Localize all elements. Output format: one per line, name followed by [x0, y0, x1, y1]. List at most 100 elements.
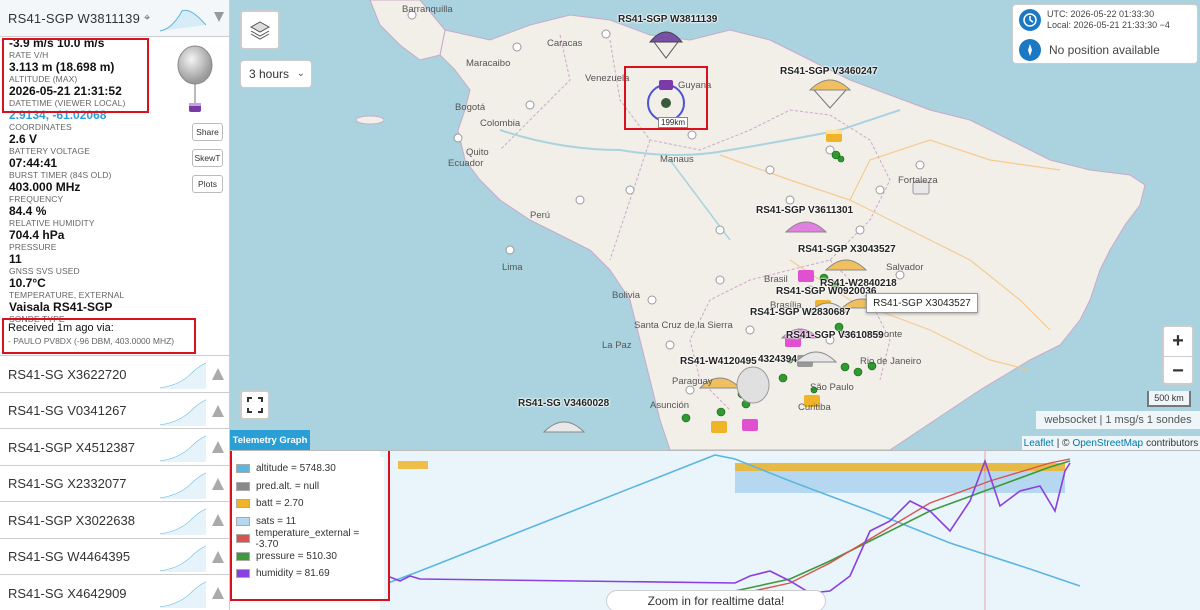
expand-triangle-icon[interactable]: [212, 550, 224, 563]
place-label: Perú: [530, 210, 551, 221]
sonde-name: RS41-SGP X3022638: [8, 512, 135, 528]
telemetry-graph[interactable]: altitude = 5748.30 pred.alt. = null batt =…: [230, 450, 1200, 610]
field-label: TEMPERATURE, EXTERNAL: [9, 290, 125, 300]
zoom-in-button[interactable]: +: [1164, 327, 1192, 356]
place-label: Bogotá: [455, 102, 486, 113]
place-label: Caracas: [547, 38, 583, 49]
leaflet-link[interactable]: Leaflet: [1024, 438, 1054, 449]
sonde-details: -3.9 m/s 10.0 m/s RATE V/H 3.113 m (18.698…: [0, 37, 229, 357]
sonde-sidebar: RS41-SGP W3811139 ⌖ -3.9 m/s 10.0 m/s RAT…: [0, 0, 230, 610]
sonde-marker-label[interactable]: RS41-SGP W3811139: [618, 14, 717, 25]
field-label: GNSS SVS USED: [9, 266, 80, 276]
time-range-select[interactable]: 3 hours ⌄: [240, 60, 312, 88]
legend-text: pressure = 510.30: [256, 550, 337, 562]
expand-triangle-icon[interactable]: [212, 514, 224, 526]
sonde-name: RS41-SG X4642909: [8, 585, 127, 601]
place-label: São Paulo: [810, 382, 854, 393]
osm-link[interactable]: OpenStreetMap: [1072, 438, 1143, 449]
sonde-marker-label[interactable]: RS41-W4120495: [680, 356, 757, 367]
field-label: FREQUENCY: [9, 194, 64, 204]
legend-text: temperature_external = -3.70: [255, 527, 360, 550]
place-label: Maracaibo: [466, 58, 511, 69]
place-label: La Paz: [602, 340, 632, 351]
websocket-status: websocket | 1 msg/s 1 sondes: [1036, 411, 1200, 429]
altitude-sparkline: [160, 581, 206, 608]
sonde-marker-label[interactable]: 4324394: [758, 354, 797, 365]
sonde-tooltip: RS41-SGP X3043527: [866, 293, 978, 313]
position-status: No position available: [1049, 43, 1160, 57]
sonde-name: RS41-SGP X4512387: [8, 439, 135, 455]
altitude-sparkline: [160, 362, 206, 389]
clock-icon: [1019, 9, 1041, 31]
layers-icon: [249, 21, 271, 40]
legend-text: altitude = 5748.30: [256, 463, 336, 475]
sonde-marker-label[interactable]: RS41-SGP V3610859: [786, 330, 884, 341]
share-button[interactable]: Share: [192, 123, 223, 141]
map-tiles: [355, 0, 1146, 450]
time-row: UTC: 2026-05-22 01:33:30 Local: 2026-05-…: [1019, 9, 1170, 31]
legend-text: humidity = 81.69: [256, 568, 330, 580]
crosshair-icon[interactable]: ⌖: [144, 12, 150, 25]
plots-button[interactable]: Plots: [192, 175, 223, 193]
place-label: Fortaleza: [898, 175, 938, 186]
sonde-row[interactable]: RS41-SG V0341267: [0, 391, 229, 429]
chevron-down-icon: ⌄: [296, 68, 305, 79]
expand-triangle-icon[interactable]: [212, 368, 224, 380]
zoom-out-button[interactable]: −: [1164, 356, 1192, 385]
altitude-sparkline: [160, 472, 206, 499]
field-value: 11: [9, 252, 22, 266]
range-label: 199km: [658, 117, 689, 128]
collapse-triangle-icon[interactable]: [214, 12, 224, 22]
legend-item[interactable]: batt = 2.70: [236, 495, 380, 513]
layers-button[interactable]: [240, 10, 280, 50]
sonde-marker-label[interactable]: RS41-SGP V3460247: [780, 66, 878, 77]
legend-swatch: [236, 499, 250, 509]
received-info: Received 1m ago via: - PAULO PV8DX (-96 …: [4, 319, 196, 353]
field-label: PRESSURE: [9, 242, 57, 252]
legend-swatch: [236, 516, 250, 526]
place-label: Santa Cruz de la Sierra: [634, 320, 733, 331]
sonde-marker-label[interactable]: RS41-SGP W2830687: [750, 307, 850, 318]
place-label: Quito: [466, 147, 489, 158]
position-row[interactable]: No position available: [1019, 39, 1160, 61]
altitude-sparkline: [160, 9, 206, 32]
time-range-value: 3 hours: [249, 67, 290, 81]
sonde-marker-label[interactable]: RS41-SGP V3611301: [756, 205, 853, 216]
fullscreen-button[interactable]: [240, 390, 270, 420]
legend-item[interactable]: humidity = 81.69: [236, 565, 380, 583]
place-label: Ecuador: [448, 158, 484, 169]
sonde-row[interactable]: RS41-SG W4464395: [0, 537, 229, 575]
sonde-row[interactable]: RS41-SGP X4512387: [0, 428, 229, 465]
legend-text: sats = 11: [256, 515, 297, 527]
skewt-button[interactable]: SkewT: [192, 149, 223, 167]
sonde-row[interactable]: RS41-SG X2332077: [0, 464, 229, 502]
selected-sonde-header[interactable]: RS41-SGP W3811139 ⌖: [0, 0, 229, 37]
legend-item[interactable]: pred.alt. = null: [236, 478, 380, 496]
place-label: Venezuela: [585, 73, 630, 84]
legend-item[interactable]: altitude = 5748.30: [236, 460, 380, 478]
expand-triangle-icon[interactable]: [212, 441, 224, 453]
sonde-marker-label[interactable]: RS41-SG V3460028: [518, 398, 609, 409]
sonde-row[interactable]: RS41-SG X3622720: [0, 355, 229, 392]
map-view[interactable]: 3 hours ⌄ UTC: 2026-05-22 01:33:30 Local…: [230, 0, 1200, 450]
place-label: Manaus: [660, 154, 694, 165]
sonde-row[interactable]: RS41-SG X4642909: [0, 574, 229, 610]
utc-time: UTC: 2026-05-22 01:33:30: [1047, 9, 1155, 19]
sonde-marker-label[interactable]: RS41-SGP W0920036: [776, 286, 876, 297]
legend-item[interactable]: pressure = 510.30: [236, 548, 380, 566]
legend-item[interactable]: temperature_external = -3.70: [236, 527, 380, 550]
altitude-sparkline: [160, 545, 206, 572]
expand-triangle-icon[interactable]: [212, 477, 224, 490]
place-label: Lima: [502, 262, 523, 273]
place-label: Paraguay: [672, 376, 713, 387]
place-label: Salvador: [886, 262, 924, 273]
sonde-marker-label[interactable]: RS41-SGP X3043527: [798, 244, 896, 255]
zoom-control: + −: [1162, 325, 1194, 385]
expand-triangle-icon[interactable]: [212, 587, 224, 599]
telemetry-graph-tab[interactable]: Telemetry Graph: [230, 430, 310, 450]
sonde-row[interactable]: RS41-SGP X3022638: [0, 501, 229, 538]
legend-text: batt = 2.70: [256, 498, 304, 510]
legend-text: pred.alt. = null: [256, 480, 320, 492]
expand-triangle-icon[interactable]: [212, 404, 224, 417]
field-value: 704.4 hPa: [9, 228, 65, 242]
